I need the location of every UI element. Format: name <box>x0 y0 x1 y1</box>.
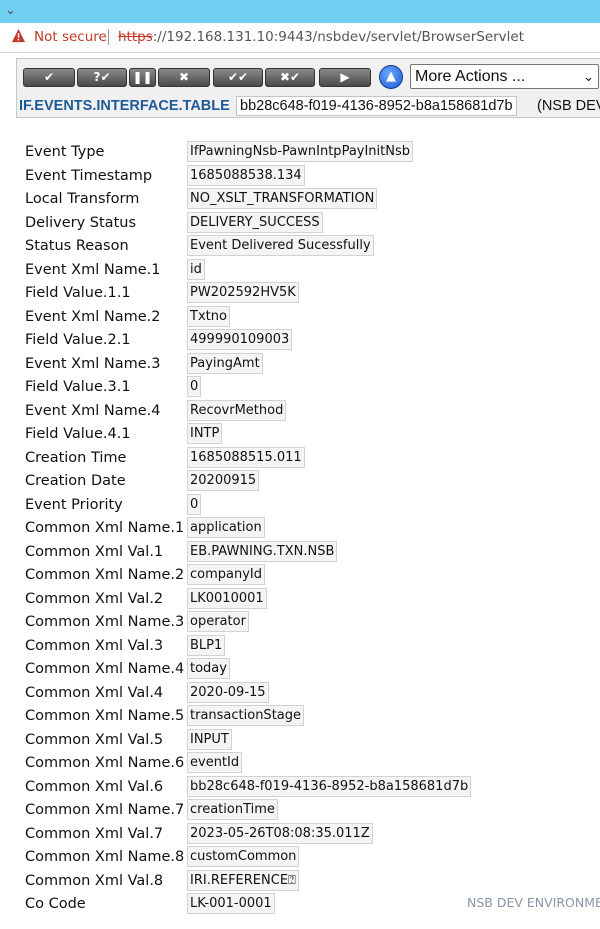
delete-button[interactable]: ✖ <box>158 68 210 87</box>
field-value: transactionStage <box>187 705 305 726</box>
field-label: Event Xml Name.4 <box>25 402 161 419</box>
field-value: 1685088538.134 <box>187 164 305 186</box>
field-value: LK-001-0001 <box>187 893 275 914</box>
field-value: DELIVERY_SUCCESS <box>187 211 323 233</box>
field-label: Creation Time <box>25 449 127 466</box>
field-value: bb28c648-f019-4136-8952-b8a158681d7b <box>187 775 472 797</box>
address-bar[interactable]: Not secure https://192.168.131.10:9443/n… <box>0 23 600 53</box>
field-label: Common Xml Name.8 <box>25 849 185 865</box>
field-value: companyId <box>187 564 266 585</box>
field-value: EB.PAWNING.TXN.NSB <box>187 540 338 562</box>
field-value: PW202592HV5K <box>187 282 299 303</box>
field-value: today <box>187 658 230 679</box>
warning-icon <box>11 28 26 43</box>
field-value: LK0010001 <box>187 587 267 609</box>
up-arrow-icon[interactable]: ▲ <box>379 65 403 89</box>
field-value: creationTime <box>187 799 278 820</box>
url-scheme: https <box>118 29 153 45</box>
url-text[interactable]: https://192.168.131.10:9443/nsbdev/servl… <box>118 29 524 45</box>
field-value: 2023-05-26T08:08:35.011Z <box>187 822 373 844</box>
environment-footer: NSB DEV ENVIRONMENT <box>467 895 600 910</box>
field-value: 2020-09-15 <box>187 681 269 703</box>
table-name: IF.EVENTS.INTERFACE.TABLE <box>19 98 230 114</box>
authorise-button[interactable]: ✔✔ <box>213 68 263 87</box>
environment-label: (NSB DEV <box>537 98 600 114</box>
field-label: Field Value.2.1 <box>25 332 131 348</box>
field-label: Common Xml Val.1 <box>25 543 164 560</box>
field-value: Txtno <box>187 305 230 327</box>
field-value: 20200915 <box>187 470 260 491</box>
next-button[interactable]: ▶ <box>319 68 371 87</box>
field-label: Common Xml Name.3 <box>25 614 185 630</box>
field-label: Common Xml Val.4 <box>25 684 164 701</box>
field-label: Common Xml Val.2 <box>25 590 164 607</box>
validate-button[interactable]: ?✔ <box>77 68 127 87</box>
field-label: Local Transform <box>25 191 140 207</box>
field-label: Event Xml Name.3 <box>25 355 161 372</box>
field-label: Event Type <box>25 144 105 160</box>
record-id: bb28c648-f019-4136-8952-b8a158681d7b <box>236 96 517 116</box>
field-label: Delivery Status <box>25 214 137 231</box>
field-value: RecovrMethod <box>187 399 287 421</box>
field-value: IfPawningNsb-PawnIntpPayInitNsb <box>187 141 414 162</box>
address-divider <box>108 29 109 45</box>
reverse-button[interactable]: ✖✔ <box>265 68 315 87</box>
field-value: id <box>187 258 205 280</box>
field-label: Common Xml Val.7 <box>25 825 164 842</box>
field-value: 0 <box>187 493 202 515</box>
field-label: Common Xml Val.3 <box>25 637 164 654</box>
field-label: Field Value.3.1 <box>25 379 131 395</box>
record-toolbar: ✔ ?✔ ❚❚ ✖ ✔✔ ✖✔ ▶ ▲ More Actions ... ⌄ I… <box>16 58 600 118</box>
more-actions-select[interactable]: More Actions ... ⌄ <box>410 64 599 89</box>
field-label: Common Xml Name.5 <box>25 708 185 724</box>
field-value: application <box>187 517 265 538</box>
chevron-down-icon: ⌄ <box>583 69 594 84</box>
field-value: 1685088515.011 <box>187 446 305 468</box>
field-label: Co Code <box>25 896 86 912</box>
chevron-down-icon[interactable]: ⌄ <box>5 3 16 19</box>
more-actions-label: More Actions ... <box>415 68 526 85</box>
field-label: Event Xml Name.2 <box>25 308 161 325</box>
field-value: BLP1 <box>187 634 226 656</box>
field-value: customCommon <box>187 846 300 867</box>
field-label: Common Xml Val.6 <box>25 778 164 795</box>
field-label: Field Value.4.1 <box>25 426 131 442</box>
browser-top-strip: ⌄ <box>0 0 600 23</box>
field-label: Field Value.1.1 <box>25 285 131 301</box>
field-label: Common Xml Name.6 <box>25 755 185 771</box>
field-label: Event Timestamp <box>25 167 153 184</box>
field-value: eventId <box>187 752 243 773</box>
commit-button[interactable]: ✔ <box>23 68 75 87</box>
field-label: Event Priority <box>25 496 123 513</box>
field-value: INPUT <box>187 728 232 750</box>
field-label: Common Xml Name.1 <box>25 520 185 536</box>
field-value: NO_XSLT_TRANSFORMATION <box>187 188 378 209</box>
field-label: Status Reason <box>25 238 129 254</box>
field-value: 0 <box>187 376 202 397</box>
hold-button[interactable]: ❚❚ <box>129 68 156 87</box>
field-label: Common Xml Name.7 <box>25 802 185 818</box>
field-label: Creation Date <box>25 473 126 489</box>
url-path: ://192.168.131.10:9443/nsbdev/servlet/Br… <box>152 29 525 45</box>
not-secure-label[interactable]: Not secure <box>34 29 107 45</box>
field-value: PayingAmt <box>187 352 263 374</box>
field-value: IRI.REFERENCE⍰ <box>187 869 299 891</box>
field-value: operator <box>187 611 249 632</box>
field-label: Common Xml Val.8 <box>25 872 164 889</box>
field-label: Event Xml Name.1 <box>25 261 161 278</box>
field-value: Event Delivered Sucessfully <box>187 235 374 256</box>
field-value: 499990109003 <box>187 329 293 350</box>
field-label: Common Xml Name.2 <box>25 567 185 583</box>
field-label: Common Xml Name.4 <box>25 661 185 677</box>
field-value: INTP <box>187 423 223 444</box>
field-label: Common Xml Val.5 <box>25 731 164 748</box>
